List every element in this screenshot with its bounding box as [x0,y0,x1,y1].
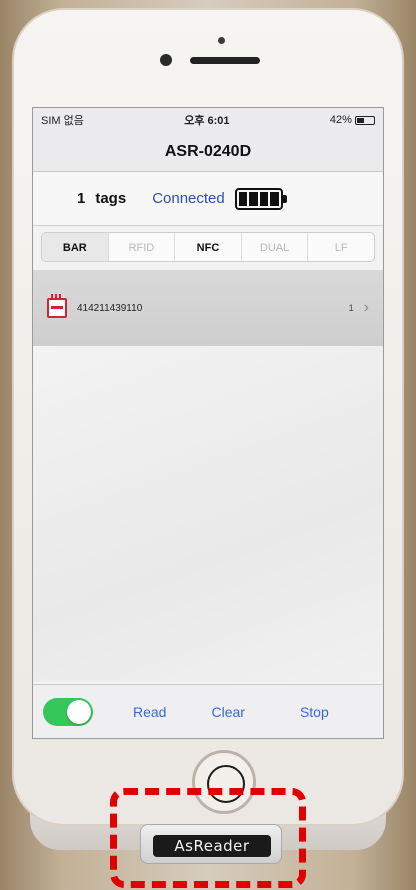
continuous-read-toggle[interactable] [43,697,93,726]
stop-button[interactable]: Stop [300,704,329,720]
app-screen: SIM 없음 오후 6:01 42% ASR-0240D 1 tags Conn… [32,107,384,739]
chevron-right-icon: › [363,299,369,316]
page-title: ASR-0240D [33,132,383,172]
list-item[interactable]: 414211439110 1 › [33,270,383,346]
reader-battery-icon [234,187,287,210]
status-battery: 42% [330,114,375,126]
proximity-sensor [218,37,225,44]
highlight-box [110,788,306,888]
tab-rfid[interactable]: RFID [109,233,176,261]
clear-button[interactable]: Clear [211,704,244,720]
tab-dual[interactable]: DUAL [242,233,309,261]
photo-scene: SIM 없음 오후 6:01 42% ASR-0240D 1 tags Conn… [0,0,416,890]
tab-bar[interactable]: BAR [42,233,109,261]
status-bar: SIM 없음 오후 6:01 42% [33,108,383,132]
tag-list-empty-area [33,346,383,682]
tab-nfc[interactable]: NFC [175,233,242,261]
tag-value: 414211439110 [77,302,143,314]
carrier-label: SIM 없음 [41,115,84,127]
earpiece-speaker [190,57,260,64]
mode-tabs-wrapper: BAR RFID NFC DUAL LF [33,226,383,270]
status-time: 오후 6:01 [184,115,230,127]
tab-lf[interactable]: LF [308,233,374,261]
mode-tabs: BAR RFID NFC DUAL LF [41,232,375,262]
tag-read-count: 1 [348,303,354,313]
battery-icon [354,115,375,125]
tag-summary-bar: 1 tags Connected [33,172,383,226]
read-button[interactable]: Read [133,704,166,720]
tag-count: 1 [77,190,86,207]
front-camera [160,54,172,66]
connection-status: Connected [152,190,225,207]
bottom-toolbar: Read Clear Stop [33,684,383,738]
tag-count-label: tags [95,190,127,207]
barcode-tag-icon [47,294,67,318]
